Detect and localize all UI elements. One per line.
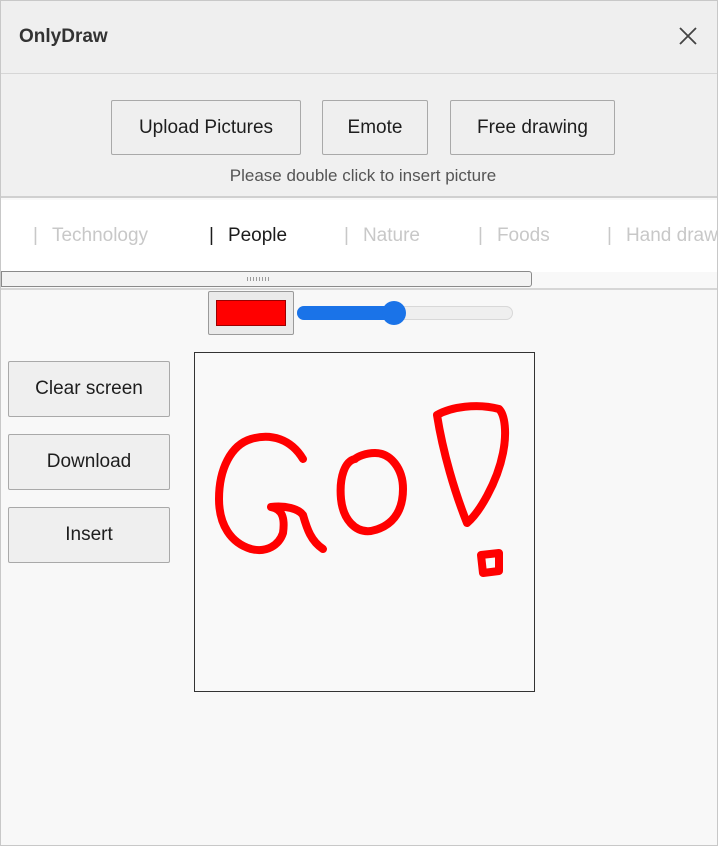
drawing-canvas[interactable] [194,352,535,692]
emote-button[interactable]: Emote [322,100,428,155]
tab-separator: | [33,225,38,246]
tab-label: People [227,225,288,246]
tab-separator: | [209,225,214,246]
close-icon[interactable] [673,21,703,51]
tab-technology[interactable]: | Technology [33,225,148,247]
free-drawing-button[interactable]: Free drawing [450,100,615,155]
pen-color-picker[interactable] [208,291,294,335]
tab-label: Foods [496,225,550,246]
slider-fill [297,306,394,320]
drawn-letter-g [215,432,327,554]
divider [1,288,717,290]
tab-foods[interactable]: | Foods [478,225,550,247]
pen-size-slider[interactable] [297,301,515,325]
drawn-letter-o [336,449,407,536]
title-bar: OnlyDraw [1,1,717,74]
tab-nature[interactable]: | Nature [344,225,420,247]
color-swatch [216,300,286,326]
tab-label: Hand draw [625,225,717,246]
download-button[interactable]: Download [8,434,170,490]
scrollbar-grip[interactable] [247,277,269,281]
app-title: OnlyDraw [19,26,108,47]
clear-screen-button[interactable]: Clear screen [8,361,170,417]
tab-separator: | [344,225,349,246]
tab-separator: | [478,225,483,246]
tab-hand-draw[interactable]: | Hand draw [607,225,717,247]
upload-pictures-button[interactable]: Upload Pictures [111,100,301,155]
tab-label: Nature [362,225,420,246]
insert-button[interactable]: Insert [8,507,170,563]
canvas-drawing [215,402,510,577]
tab-people[interactable]: | People [209,225,287,247]
drawn-exclamation-dot [477,549,503,577]
onlydraw-dialog: OnlyDraw Upload Pictures Emote Free draw… [0,0,718,846]
category-tabs: | Technology | People | Nature | Foods | Hand… [1,200,717,272]
drawn-exclamation-mark [433,402,510,527]
slider-thumb[interactable] [382,301,406,325]
toolbar: Upload Pictures Emote Free drawing Pleas… [1,74,717,198]
insert-hint: Please double click to insert picture [229,166,497,185]
tab-separator: | [607,225,612,246]
tabs-scrollbar[interactable] [1,271,532,287]
tab-label: Technology [51,225,149,246]
